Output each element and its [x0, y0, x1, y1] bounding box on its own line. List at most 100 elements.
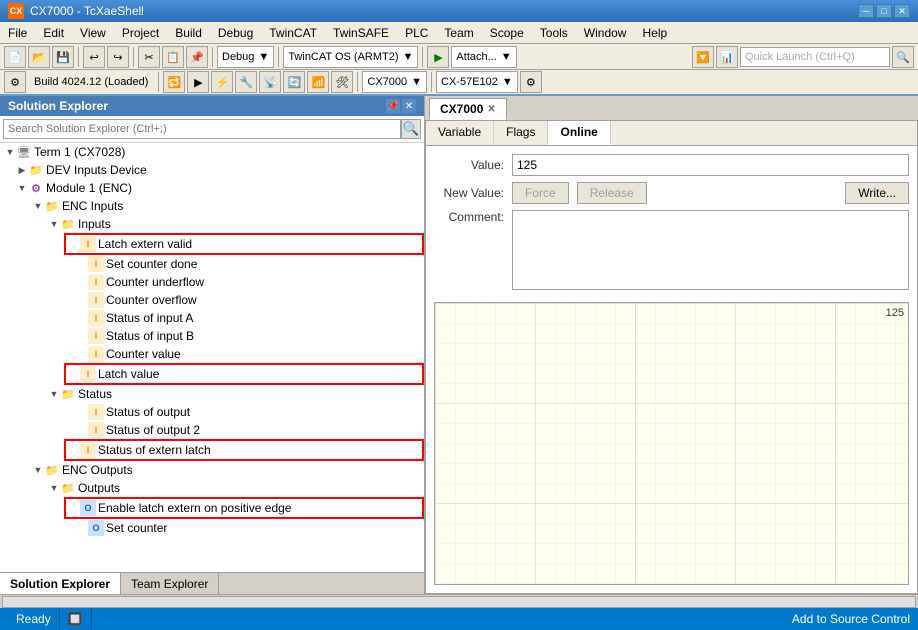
expand-status[interactable]: ▼: [48, 388, 60, 400]
panel-close-btn[interactable]: ✕: [402, 99, 416, 113]
expand-term1[interactable]: ▼: [4, 146, 16, 158]
tree-item-enable-latch[interactable]: ▶ O Enable latch extern on positive edge: [66, 499, 422, 517]
tb-r8[interactable]: 🛠: [331, 71, 353, 93]
expand-inputs[interactable]: ▼: [48, 218, 60, 230]
panel-pin-btn[interactable]: 📌: [386, 99, 400, 113]
maximize-btn[interactable]: □: [876, 4, 892, 18]
tb-undo[interactable]: ↩: [83, 46, 105, 68]
tree-item-status[interactable]: ▼ 📁 Status: [0, 385, 424, 403]
cx7000-dropdown[interactable]: CX7000 ▼: [362, 71, 427, 93]
tb-copy[interactable]: 📋: [162, 46, 184, 68]
tree-item-latch-extern[interactable]: ▶ I Latch extern valid: [66, 235, 422, 253]
menu-edit[interactable]: Edit: [35, 24, 72, 42]
tree-item-counter-overflow[interactable]: ▶ I Counter overflow: [0, 291, 424, 309]
menu-scope[interactable]: Scope: [482, 24, 532, 42]
tab-variable[interactable]: Variable: [426, 121, 494, 145]
quick-launch-input[interactable]: Quick Launch (Ctrl+Q): [740, 47, 890, 67]
expand-module1[interactable]: ▼: [16, 182, 28, 194]
tree-item-status-input-a[interactable]: ▶ I Status of input A: [0, 309, 424, 327]
counter-value-label: Counter value: [106, 347, 181, 361]
twincat-dropdown[interactable]: TwinCAT OS (ARMT2) ▼: [283, 46, 418, 68]
tree-item-term1[interactable]: ▼ 🖥 Term 1 (CX7028): [0, 143, 424, 161]
search-btn[interactable]: 🔍: [401, 119, 421, 139]
comment-textarea[interactable]: [512, 210, 909, 290]
tb-save[interactable]: 💾: [52, 46, 74, 68]
tree-item-status-input-b[interactable]: ▶ I Status of input B: [0, 327, 424, 345]
write-button[interactable]: Write...: [845, 182, 909, 204]
minimize-btn[interactable]: ─: [858, 4, 874, 18]
tree-item-enc-outputs[interactable]: ▼ 📁 ENC Outputs: [0, 461, 424, 479]
search-input[interactable]: [3, 119, 401, 139]
close-btn[interactable]: ✕: [894, 4, 910, 18]
tree-item-dev-inputs[interactable]: ▶ 📁 DEV Inputs Device: [0, 161, 424, 179]
menu-plc[interactable]: PLC: [397, 24, 436, 42]
cx7000-tab[interactable]: CX7000 ✕: [429, 98, 507, 120]
menu-debug[interactable]: Debug: [210, 24, 261, 42]
tree-view[interactable]: ▼ 🖥 Term 1 (CX7028) ▶ 📁 DEV Inputs Devic…: [0, 143, 424, 572]
tree-item-counter-underflow[interactable]: ▶ I Counter underflow: [0, 273, 424, 291]
menu-twinsafe[interactable]: TwinSAFE: [325, 24, 397, 42]
value-input[interactable]: [512, 154, 909, 176]
bottom-tab-solution[interactable]: Solution Explorer: [0, 573, 121, 594]
tb-new[interactable]: 📄: [4, 46, 26, 68]
tb-r5[interactable]: 📡: [259, 71, 281, 93]
tree-item-set-counter-done[interactable]: ▶ I Set counter done: [0, 255, 424, 273]
tree-item-status-output[interactable]: ▶ I Status of output: [0, 403, 424, 421]
menu-tools[interactable]: Tools: [532, 24, 576, 42]
build-status: Build 4024.12 (Loaded): [28, 76, 154, 88]
tb-monitor[interactable]: 📊: [716, 46, 738, 68]
tb-r7[interactable]: 📶: [307, 71, 329, 93]
attach-dropdown[interactable]: Attach... ▼: [451, 46, 516, 68]
expand-enc-outputs[interactable]: ▼: [32, 464, 44, 476]
tb-search-icon[interactable]: 🔍: [892, 46, 914, 68]
tb-r3[interactable]: ⚡: [211, 71, 233, 93]
tb-open[interactable]: 📂: [28, 46, 50, 68]
tree-item-status-extern[interactable]: ▶ I Status of extern latch: [66, 441, 422, 459]
tree-item-latch-value[interactable]: ▶ I Latch value: [66, 365, 422, 383]
cx7000-tab-close[interactable]: ✕: [487, 104, 495, 115]
h-scrollbar[interactable]: [2, 596, 916, 608]
release-button[interactable]: Release: [577, 182, 647, 204]
tab-online[interactable]: Online: [548, 121, 610, 145]
outputs-icon: 📁: [60, 480, 76, 496]
tb-filter[interactable]: 🔽: [692, 46, 714, 68]
menu-window[interactable]: Window: [576, 24, 635, 42]
tb-redo[interactable]: ↪: [107, 46, 129, 68]
tb-r1[interactable]: 🔁: [163, 71, 185, 93]
menu-build[interactable]: Build: [167, 24, 210, 42]
tb-r6[interactable]: 🔄: [283, 71, 305, 93]
add-source-control[interactable]: Add to Source Control: [792, 612, 910, 626]
tree-item-counter-value[interactable]: ▶ I Counter value: [0, 345, 424, 363]
bottom-tab-team[interactable]: Team Explorer: [121, 573, 219, 594]
tb-settings[interactable]: ⚙: [520, 71, 542, 93]
menu-twincat[interactable]: TwinCAT: [261, 24, 325, 42]
menu-help[interactable]: Help: [634, 24, 675, 42]
expand-outputs[interactable]: ▼: [48, 482, 60, 494]
menu-project[interactable]: Project: [114, 24, 167, 42]
tree-item-module1[interactable]: ▼ ⚙ Module 1 (ENC): [0, 179, 424, 197]
status-icon: 📁: [60, 386, 76, 402]
tb-cut[interactable]: ✂: [138, 46, 160, 68]
menu-team[interactable]: Team: [436, 24, 481, 42]
var-tabs: Variable Flags Online: [426, 121, 917, 146]
tree-item-enc-inputs[interactable]: ▼ 📁 ENC Inputs: [0, 197, 424, 215]
tree-item-inputs[interactable]: ▼ 📁 Inputs: [0, 215, 424, 233]
menu-file[interactable]: File: [0, 24, 35, 42]
cx57e102-dropdown[interactable]: CX-57E102 ▼: [436, 71, 518, 93]
expand-dev-inputs[interactable]: ▶: [16, 164, 28, 176]
debug-dropdown[interactable]: Debug ▼: [217, 46, 274, 68]
tree-item-status-output2[interactable]: ▶ I Status of output 2: [0, 421, 424, 439]
menu-view[interactable]: View: [72, 24, 114, 42]
expand-enc-inputs[interactable]: ▼: [32, 200, 44, 212]
tb-r4[interactable]: 🔧: [235, 71, 257, 93]
tb-paste[interactable]: 📌: [186, 46, 208, 68]
force-button[interactable]: Force: [512, 182, 569, 204]
tree-item-set-counter[interactable]: ▶ O Set counter: [0, 519, 424, 537]
tb-r2[interactable]: ▶: [187, 71, 209, 93]
panel-header-controls: 📌 ✕: [386, 99, 416, 113]
tree-item-outputs[interactable]: ▼ 📁 Outputs: [0, 479, 424, 497]
tb-play[interactable]: ▶: [427, 46, 449, 68]
tb-build-config[interactable]: ⚙: [4, 71, 26, 93]
tab-flags[interactable]: Flags: [494, 121, 548, 145]
dev-inputs-icon: 📁: [28, 162, 44, 178]
